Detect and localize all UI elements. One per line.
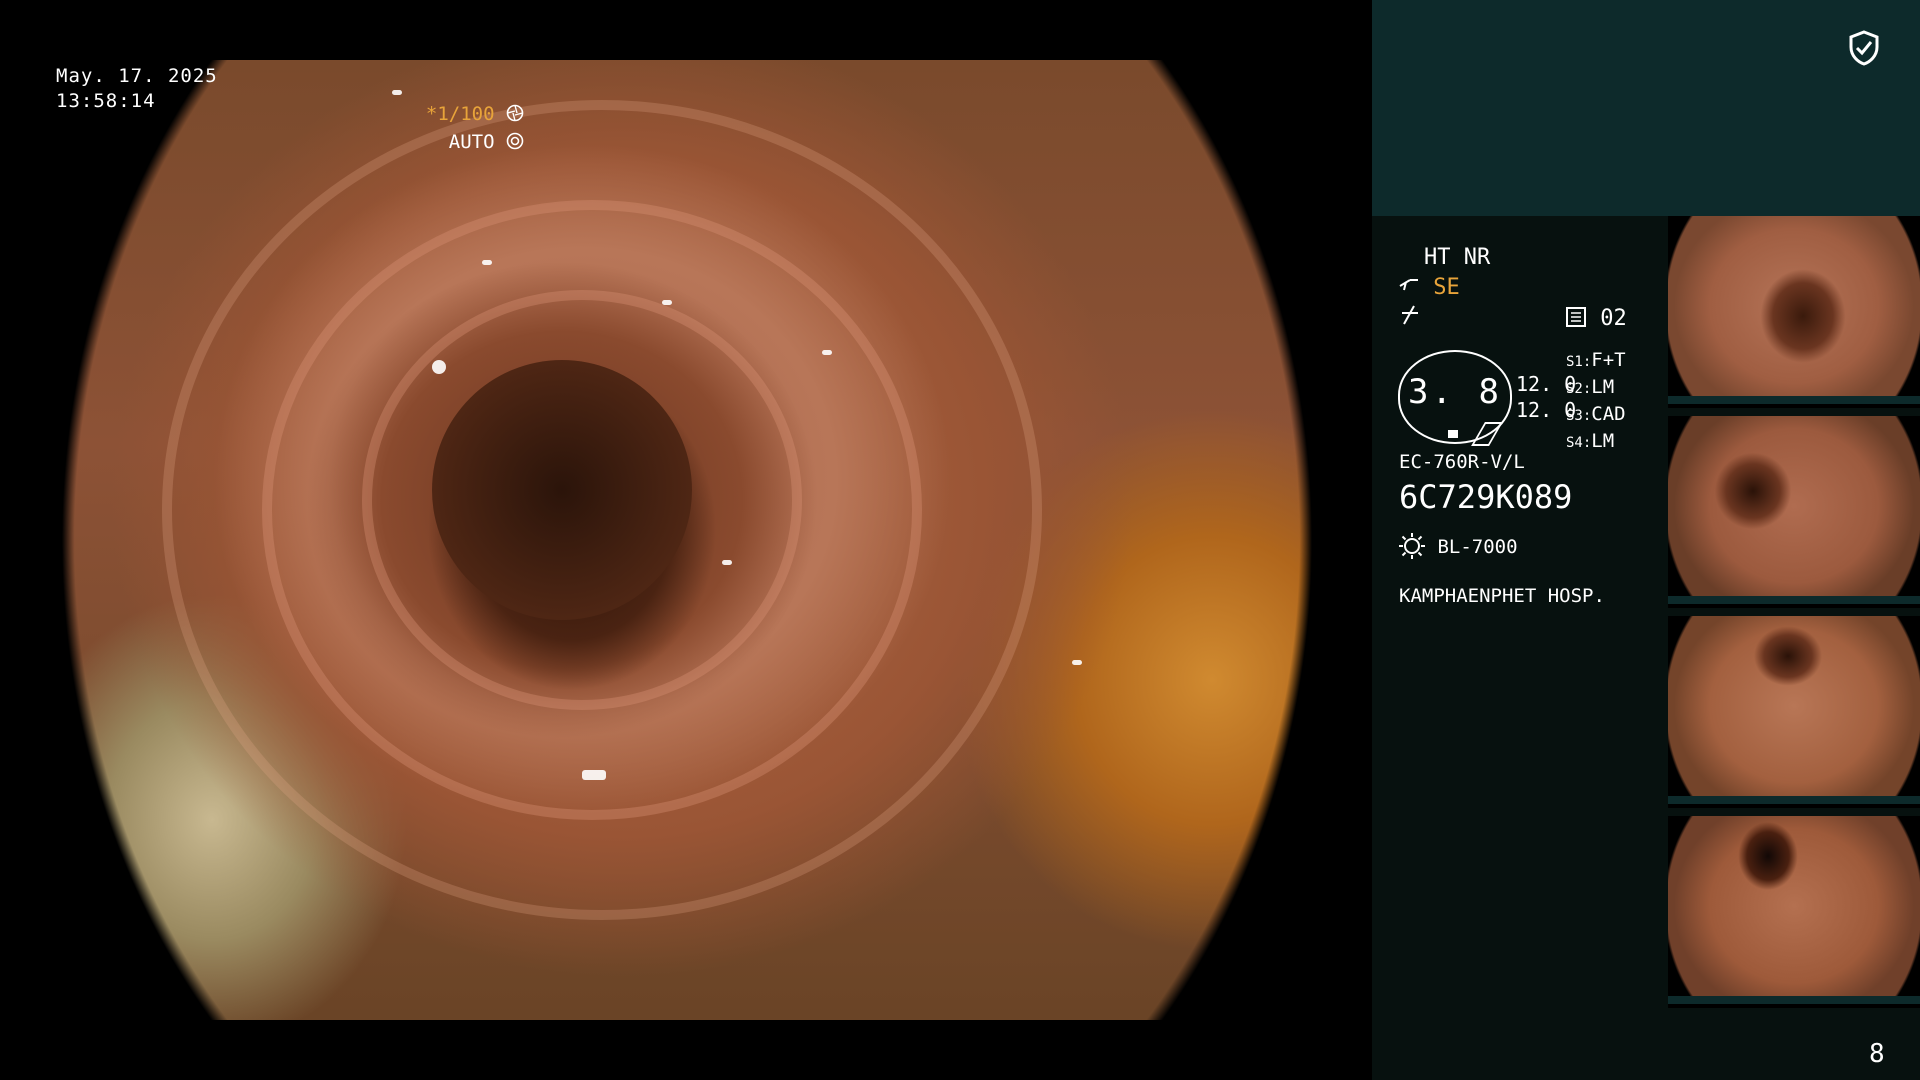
shutter-speed: *1/100 (425, 103, 495, 125)
info-panel: HT NR SE 02 3. 8 12. 0 12. 0 S1:F+T S2:L… (1372, 0, 1920, 1080)
zoom-gauge: 3. 8 (1398, 350, 1512, 446)
gauge-value: 3. 8 (1408, 372, 1502, 412)
frame-count: 8 (1869, 1039, 1885, 1069)
enhancement-label: HT NR (1424, 245, 1491, 270)
captured-thumbnail-3[interactable] (1668, 616, 1920, 808)
endoscope-view: May. 17. 2025 13:58:14 *1/100 AUTO (0, 0, 1372, 1080)
aperture-icon (506, 103, 524, 125)
exposure-icon (506, 131, 524, 153)
setting-row: S1:F+T (1566, 349, 1626, 371)
scope-model: EC-760R-V/L (1399, 451, 1525, 473)
gauge-marker (1448, 430, 1458, 438)
light-source-model: BL-7000 (1437, 536, 1518, 558)
exposure-mode: AUTO (448, 131, 495, 153)
preset-number: 02 (1600, 306, 1627, 331)
hospital-name: KAMPHAENPHET HOSP. (1399, 585, 1605, 607)
light-source-icon (1398, 533, 1437, 559)
shield-check-icon[interactable] (1848, 30, 1880, 70)
time-label: 13:58:14 (56, 90, 156, 112)
settings-list: S1:F+T S2:LM S3:CAD S4:LM (1566, 348, 1626, 456)
setting-row: S3:CAD (1566, 403, 1626, 425)
setting-row: S4:LM (1566, 430, 1615, 452)
serial-number: 6C729K089 (1399, 478, 1573, 516)
memory-card-icon (1565, 306, 1600, 331)
exposure-readout: *1/100 AUTO (426, 100, 524, 156)
captured-thumbnail-4[interactable] (1668, 816, 1920, 1008)
timestamp: May. 17. 2025 13:58:14 (56, 64, 218, 114)
panel-header (1372, 0, 1920, 216)
structure-mode: SE (1433, 275, 1460, 300)
gauge-needle-icon (1471, 422, 1503, 446)
setting-row: S2:LM (1566, 376, 1615, 398)
freeze-icon (1400, 304, 1420, 334)
scope-angle-icon (1398, 275, 1433, 300)
light-source-row: BL-7000 (1398, 532, 1518, 561)
captured-thumbnail-1[interactable] (1668, 216, 1920, 408)
captured-thumbnail-2[interactable] (1668, 416, 1920, 608)
preset-row: 02 (1565, 305, 1627, 333)
structure-row: SE (1398, 274, 1460, 302)
date-label: May. 17. 2025 (56, 65, 218, 87)
colon-image (62, 60, 1312, 1020)
